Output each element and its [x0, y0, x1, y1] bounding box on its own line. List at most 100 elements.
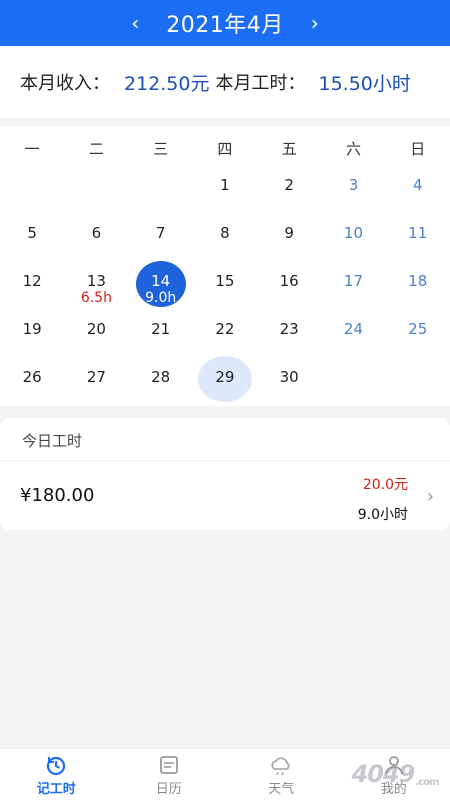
weekday-label: 三: [129, 138, 193, 159]
day-cell[interactable]: 9: [257, 210, 321, 258]
weekday-label: 日: [386, 138, 450, 159]
day-number: 4: [413, 176, 423, 194]
day-cell[interactable]: 10: [321, 210, 385, 258]
empty-cell: [129, 162, 193, 210]
day-number: 29: [215, 368, 234, 386]
tab-label: 记工时: [37, 778, 76, 797]
day-number: 9: [284, 224, 294, 242]
empty-cell: [0, 162, 64, 210]
tab-calendar[interactable]: 日历: [113, 749, 226, 801]
weekday-header: 一二三四五六日: [0, 138, 450, 159]
day-number: 22: [215, 320, 234, 338]
day-number: 3: [349, 176, 359, 194]
tab-profile[interactable]: 我的: [338, 749, 450, 801]
day-number: 23: [280, 320, 299, 338]
day-number: 15: [215, 272, 234, 290]
today-detail: 20.0元 9.0小时: [358, 474, 408, 524]
tab-label: 我的: [381, 778, 407, 797]
day-number: 20: [87, 320, 106, 338]
hours-value: 15.50小时: [318, 69, 410, 96]
day-cell[interactable]: 24: [321, 306, 385, 354]
header-bar: ‹ 2021年4月 ›: [0, 0, 450, 46]
empty-cell: [64, 162, 128, 210]
next-month-button[interactable]: ›: [298, 11, 332, 35]
day-cell[interactable]: 17: [321, 258, 385, 306]
day-cell[interactable]: 27: [64, 354, 128, 402]
tab-label: 日历: [156, 778, 182, 797]
day-hours: 6.5h: [81, 290, 112, 306]
day-cell[interactable]: 22: [193, 306, 257, 354]
month-title[interactable]: 2021年4月: [166, 7, 284, 39]
day-number: 30: [280, 368, 299, 386]
day-cell[interactable]: 6: [64, 210, 128, 258]
day-cell[interactable]: 4: [386, 162, 450, 210]
day-cell[interactable]: 5: [0, 210, 64, 258]
day-number: 18: [408, 272, 427, 290]
day-cell[interactable]: 1: [193, 162, 257, 210]
day-cell[interactable]: 25: [386, 306, 450, 354]
day-number: 5: [27, 224, 37, 242]
day-cell[interactable]: 30: [257, 354, 321, 402]
day-number: 14: [151, 272, 170, 290]
user-icon: [383, 754, 405, 776]
day-cell[interactable]: 149.0h: [129, 258, 193, 306]
day-cell[interactable]: 29: [193, 354, 257, 402]
weekday-label: 四: [193, 138, 257, 159]
income-label: 本月收入：: [20, 69, 110, 95]
prev-month-button[interactable]: ‹: [118, 11, 152, 35]
day-cell[interactable]: 20: [64, 306, 128, 354]
day-number: 10: [344, 224, 363, 242]
calendar-icon: [158, 754, 180, 776]
tab-label: 天气: [268, 778, 294, 797]
day-cell[interactable]: 23: [257, 306, 321, 354]
day-cell[interactable]: 28: [129, 354, 193, 402]
day-hours: 9.0h: [145, 290, 176, 306]
income-value: 212.50元: [124, 69, 209, 96]
weekday-label: 二: [64, 138, 128, 159]
weekday-label: 五: [257, 138, 321, 159]
day-cell[interactable]: 16: [257, 258, 321, 306]
day-cell[interactable]: 12: [0, 258, 64, 306]
day-cell[interactable]: 11: [386, 210, 450, 258]
day-number: 26: [23, 368, 42, 386]
day-number: 21: [151, 320, 170, 338]
day-cell[interactable]: 2: [257, 162, 321, 210]
calendar: 一二三四五六日 123456789101112136.5h149.0h15161…: [0, 126, 450, 406]
day-number: 25: [408, 320, 427, 338]
day-cell[interactable]: 8: [193, 210, 257, 258]
day-number: 13: [87, 272, 106, 290]
tab-record-hours[interactable]: 记工时: [0, 749, 113, 801]
hourly-rate: 20.0元: [358, 474, 408, 494]
today-hours-card[interactable]: 今日工时 ¥180.00 20.0元 9.0小时 ›: [0, 418, 450, 530]
hours-label: 本月工时：: [215, 69, 305, 95]
day-cell[interactable]: 7: [129, 210, 193, 258]
divider: [0, 460, 450, 461]
day-number: 1: [220, 176, 230, 194]
day-number: 12: [23, 272, 42, 290]
today-hours: 9.0小时: [358, 504, 408, 524]
day-cell[interactable]: 15: [193, 258, 257, 306]
today-hours-label: 今日工时: [22, 430, 82, 451]
day-number: 27: [87, 368, 106, 386]
day-number: 8: [220, 224, 230, 242]
day-cell[interactable]: 26: [0, 354, 64, 402]
weekday-label: 六: [321, 138, 385, 159]
day-number: 24: [344, 320, 363, 338]
day-cell[interactable]: 18: [386, 258, 450, 306]
day-cell[interactable]: 19: [0, 306, 64, 354]
day-number: 17: [344, 272, 363, 290]
day-number: 16: [280, 272, 299, 290]
day-cell[interactable]: 3: [321, 162, 385, 210]
chevron-right-icon[interactable]: ›: [427, 486, 434, 507]
tab-weather[interactable]: 天气: [225, 749, 338, 801]
day-number: 11: [408, 224, 427, 242]
bottom-tab-bar: 记工时 日历 天气 我的: [0, 748, 450, 801]
day-cell[interactable]: 136.5h: [64, 258, 128, 306]
day-cell[interactable]: 21: [129, 306, 193, 354]
day-number: 28: [151, 368, 170, 386]
clock-refresh-icon: [45, 754, 67, 776]
cloud-icon: [269, 754, 293, 776]
today-total-amount: ¥180.00: [20, 485, 94, 506]
day-grid: 123456789101112136.5h149.0h1516171819202…: [0, 162, 450, 402]
day-number: 6: [92, 224, 102, 242]
